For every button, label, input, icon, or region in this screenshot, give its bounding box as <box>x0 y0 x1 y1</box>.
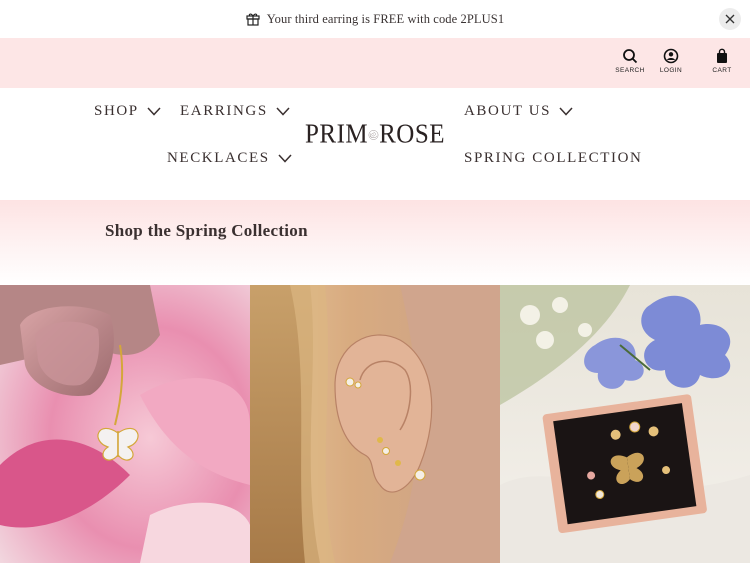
nav-earrings-label: EARRINGS <box>180 103 268 119</box>
nav-shop-label: SHOP <box>94 103 139 119</box>
main-navigation: SHOP EARRINGS NECKLACES PRIM ROSE ABOUT … <box>0 88 750 200</box>
butterfly-pendant-image <box>0 285 250 563</box>
announcement-bar: Your third earring is FREE with code 2PL… <box>0 0 750 38</box>
close-icon <box>725 14 735 24</box>
utility-bar: SEARCH LOGIN CART <box>0 38 750 88</box>
close-announcement-button[interactable] <box>719 8 741 30</box>
search-button[interactable]: SEARCH <box>610 48 650 74</box>
logo-word-left: PRIM <box>305 119 369 150</box>
nav-earrings[interactable]: EARRINGS <box>180 103 290 120</box>
nav-about-label: ABOUT US <box>464 103 552 119</box>
login-label: LOGIN <box>659 67 683 74</box>
nav-necklaces[interactable]: NECKLACES <box>167 150 292 167</box>
search-label: SEARCH <box>615 67 645 74</box>
nav-about[interactable]: ABOUT US <box>464 103 573 120</box>
gift-box-photo[interactable] <box>500 285 750 563</box>
brand-logo[interactable]: PRIM ROSE <box>305 120 445 150</box>
nav-necklaces-label: NECKLACES <box>167 150 270 166</box>
ear-stack-image <box>250 285 500 563</box>
gift-icon <box>246 13 260 26</box>
collection-image-grid <box>0 285 750 563</box>
chevron-down-icon <box>278 154 292 163</box>
nav-shop[interactable]: SHOP <box>94 103 161 120</box>
user-icon <box>663 48 679 64</box>
search-icon <box>623 49 638 64</box>
nav-spring-collection[interactable]: SPRING COLLECTION <box>464 150 642 167</box>
nav-spring-label: SPRING COLLECTION <box>464 150 643 166</box>
chevron-down-icon <box>559 107 573 116</box>
announcement-text: Your third earring is FREE with code 2PL… <box>266 11 505 26</box>
login-button[interactable]: LOGIN <box>651 48 691 74</box>
chevron-down-icon <box>276 107 290 116</box>
rose-icon <box>368 130 379 140</box>
hero-section: Shop the Spring Collection <box>0 200 750 285</box>
butterfly-pendant-photo[interactable] <box>0 285 250 563</box>
chevron-down-icon <box>147 107 161 116</box>
shopping-bag-icon <box>717 48 727 63</box>
ear-stack-photo[interactable] <box>250 285 500 563</box>
cart-button[interactable]: CART <box>702 48 742 74</box>
hero-title: Shop the Spring Collection <box>105 221 308 240</box>
cart-label: CART <box>712 67 732 74</box>
gift-box-image <box>500 285 750 563</box>
logo-word-right: ROSE <box>379 119 445 150</box>
